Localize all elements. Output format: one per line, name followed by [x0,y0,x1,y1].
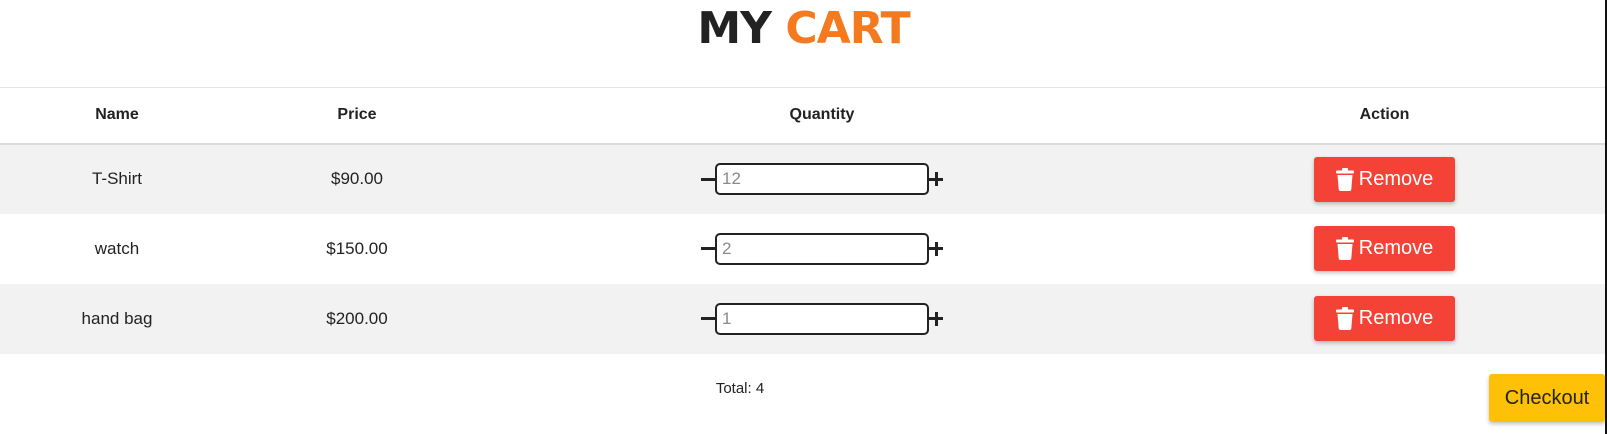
action-cell: Remove [1164,214,1605,284]
title-cart: CART [785,3,910,54]
item-price: $200.00 [326,308,388,328]
plus-icon [929,311,943,326]
column-header-name: Name [95,106,139,124]
title-my: MY [697,3,772,54]
quantity-stepper [701,302,943,335]
increment-button[interactable] [929,164,943,194]
decrement-button[interactable] [701,164,715,194]
table-header: Name Price Quantity Action [0,87,1605,144]
table-row: T-Shirt $90.00 12 Remove [0,143,1605,214]
cart-table: Name Price Quantity Action T-Shirt $90.0… [0,87,1605,354]
quantity-cell [480,144,1164,214]
quantity-cell [480,284,1164,354]
quantity-input[interactable] [715,232,929,265]
checkout-button[interactable]: Checkout [1489,374,1605,422]
page-title: MY CART [0,2,1607,56]
column-header-action: Action [1359,106,1410,124]
plus-icon [929,241,943,256]
increment-button[interactable] [929,304,943,334]
trash-icon [1335,237,1354,260]
quantity-input[interactable] [715,302,929,335]
action-cell: Remove [1164,144,1605,214]
item-name: T-Shirt [91,169,143,188]
table-row: hand bag $200.00 1 Remove [0,283,1605,354]
minus-icon [701,177,715,181]
remove-button[interactable]: Remove [1314,296,1455,341]
column-header-quantity: Quantity [789,106,855,124]
minus-icon [701,317,715,320]
remove-button-label: Remove [1358,237,1434,259]
plus-icon [929,172,943,186]
cart-page: MY CART Name Price Quantity Action T-Shi… [0,0,1607,434]
minus-icon [701,247,715,250]
quantity-stepper [701,232,943,265]
increment-button[interactable] [929,234,943,264]
remove-button[interactable]: Remove [1314,226,1455,271]
trash-icon [1335,307,1354,330]
action-cell: Remove [1164,284,1605,354]
remove-button-label: Remove [1358,167,1434,190]
trash-icon [1335,167,1354,191]
item-name: watch [94,238,140,258]
remove-button[interactable]: Remove [1314,156,1455,202]
item-price: $90.00 [331,169,383,188]
decrement-button[interactable] [701,234,715,264]
table-row: watch $150.00 2 Remove [0,213,1605,284]
remove-button-label: Remove [1358,307,1434,329]
decrement-button[interactable] [701,304,715,334]
cart-total: Total: 4 [715,380,765,397]
quantity-stepper [701,163,943,195]
header-row: Name Price Quantity Action [0,87,1605,144]
quantity-cell [480,214,1164,284]
quantity-input[interactable] [715,163,929,195]
column-header-price: Price [337,106,377,124]
table-body: T-Shirt $90.00 12 Remove watch $150.00 2… [0,143,1605,354]
item-price: $150.00 [326,238,388,258]
item-name: hand bag [81,308,153,328]
